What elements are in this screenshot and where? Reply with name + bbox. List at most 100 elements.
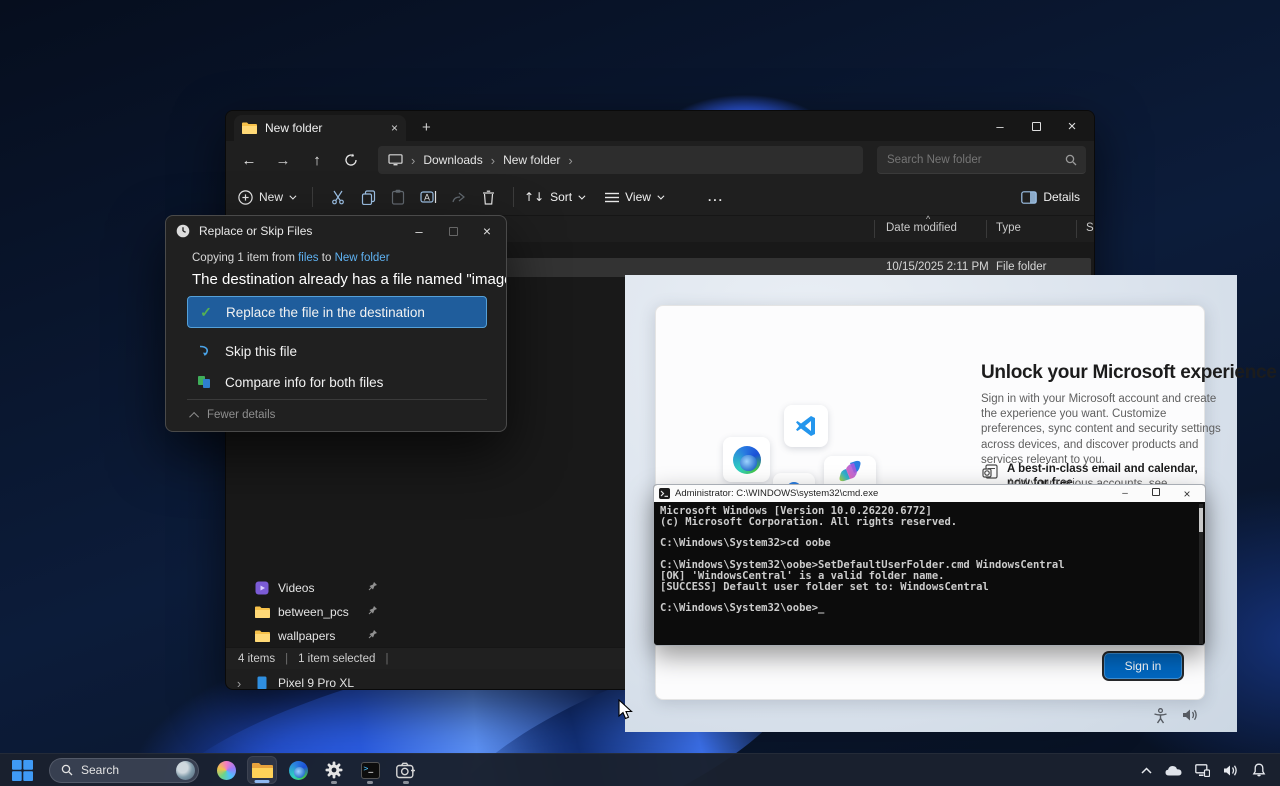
taskbar-file-explorer-button[interactable] <box>247 756 277 784</box>
taskbar-settings-button[interactable] <box>319 756 349 784</box>
folder-icon <box>242 122 257 134</box>
column-divider[interactable] <box>986 220 987 238</box>
sort-icon: ↑↓ <box>524 190 544 204</box>
breadcrumb-item-downloads[interactable]: Downloads <box>423 153 482 167</box>
sidebar-item-pixel-phone[interactable]: › Pixel 9 Pro XL <box>226 671 386 690</box>
explorer-tab[interactable]: New folder × <box>234 115 406 141</box>
minimize-button[interactable]: – <box>1112 488 1138 499</box>
breadcrumb-chevron: › <box>491 153 495 168</box>
minimize-button[interactable]: – <box>982 111 1018 141</box>
taskbar-edge-button[interactable] <box>283 756 313 784</box>
accessibility-icon[interactable] <box>1153 708 1168 724</box>
skip-arrow-icon <box>197 345 211 358</box>
maximize-button[interactable] <box>1018 111 1054 141</box>
paste-button[interactable] <box>383 189 413 205</box>
vscode-icon <box>794 414 818 438</box>
start-button[interactable] <box>12 760 33 781</box>
view-button[interactable]: View <box>605 190 662 204</box>
compare-files-option[interactable]: Compare info for both files <box>187 366 487 398</box>
status-divider: | <box>285 653 288 665</box>
file-explorer-icon <box>252 762 273 779</box>
new-plus-icon <box>238 190 253 205</box>
sidebar-item-wallpapers[interactable]: wallpapers <box>226 624 386 648</box>
skip-file-option[interactable]: Skip this file <box>187 335 487 367</box>
cmd-window-title: Administrator: C:\WINDOWS\system32\cmd.e… <box>675 488 1107 499</box>
pin-icon <box>368 605 378 615</box>
trash-icon <box>482 190 495 205</box>
outlook-icon <box>982 464 998 479</box>
hidden-icons-chevron[interactable] <box>1141 767 1152 774</box>
onedrive-cloud-icon[interactable] <box>1165 765 1182 776</box>
maximize-button[interactable] <box>1143 488 1169 499</box>
copy-description: Copying 1 item from files to New folder <box>192 252 506 264</box>
up-button[interactable]: ↑ <box>302 146 332 174</box>
delete-button[interactable] <box>473 190 503 205</box>
cut-icon <box>330 189 346 205</box>
replace-option-label: Replace the file in the destination <box>226 305 425 320</box>
copy-progress-clock-icon <box>176 224 190 238</box>
copy-button[interactable] <box>353 190 383 205</box>
view-icon <box>605 192 619 203</box>
running-indicator <box>255 780 270 783</box>
file-date-modified: 10/15/2025 2:11 PM <box>886 261 989 273</box>
tab-close-icon[interactable]: × <box>391 121 398 135</box>
search-input[interactable] <box>877 146 1086 174</box>
column-header-size[interactable]: Size <box>1086 222 1095 234</box>
cmd-title-bar: Administrator: C:\WINDOWS\system32\cmd.e… <box>654 485 1205 502</box>
expand-chevron-icon[interactable]: › <box>226 676 252 691</box>
details-button-label: Details <box>1043 190 1080 204</box>
skip-option-label: Skip this file <box>225 344 297 359</box>
cmd-output[interactable]: Microsoft Windows [Version 10.0.26220.67… <box>660 506 1065 614</box>
taskbar-terminal-button[interactable]: >_ <box>355 756 385 784</box>
taskbar-search-box[interactable]: Search <box>49 758 199 783</box>
cmd-scrollbar-thumb[interactable] <box>1199 508 1203 532</box>
sort-button[interactable]: ↑↓ Sort <box>524 190 583 204</box>
minimize-button[interactable]: – <box>402 216 436 246</box>
copy-icon <box>361 190 376 205</box>
maximize-button[interactable] <box>436 216 470 246</box>
search-icon <box>61 764 73 776</box>
running-indicator <box>331 781 337 784</box>
replace-file-option[interactable]: ✓ Replace the file in the destination <box>187 296 487 328</box>
new-button[interactable]: New <box>238 190 294 205</box>
more-options-button[interactable]: ... <box>708 190 724 204</box>
column-divider[interactable] <box>874 220 875 238</box>
source-folder-link[interactable]: files <box>298 252 318 264</box>
close-button[interactable]: × <box>1174 487 1200 501</box>
forward-button[interactable]: → <box>268 146 298 174</box>
destination-folder-link[interactable]: New folder <box>335 252 390 264</box>
sign-in-button[interactable]: Sign in <box>1104 653 1182 679</box>
column-divider[interactable] <box>1076 220 1077 238</box>
cut-button[interactable] <box>323 189 353 205</box>
new-tab-button[interactable]: + <box>422 119 431 136</box>
share-button[interactable] <box>443 190 473 204</box>
rename-button[interactable]: A <box>413 190 443 204</box>
oobe-description: Sign in with your Microsoft account and … <box>981 392 1225 468</box>
back-button[interactable]: ← <box>234 146 264 174</box>
breadcrumb-item-new-folder[interactable]: New folder <box>503 153 560 167</box>
copy-description-mid: to <box>322 252 332 264</box>
refresh-button[interactable] <box>336 146 366 174</box>
fewer-details-button[interactable]: Fewer details <box>192 409 275 421</box>
cmd-window: Administrator: C:\WINDOWS\system32\cmd.e… <box>653 484 1206 646</box>
fewer-details-label: Fewer details <box>207 409 275 421</box>
taskbar-copilot-button[interactable] <box>211 756 241 784</box>
close-button[interactable]: × <box>1054 111 1090 141</box>
volume-tray-icon[interactable] <box>1223 764 1239 777</box>
volume-icon[interactable] <box>1182 708 1199 722</box>
details-pane-button[interactable]: Details <box>1021 190 1080 204</box>
windows-start-icon <box>12 760 33 781</box>
taskbar-screenshot-button[interactable] <box>391 756 421 784</box>
dialog-title-bar: Replace or Skip Files – × <box>166 216 506 246</box>
rename-icon: A <box>420 190 437 204</box>
sidebar-item-between-pcs[interactable]: between_pcs <box>226 600 386 624</box>
toolbar-divider <box>513 187 514 207</box>
column-header-date-modified[interactable]: Date modified <box>886 222 957 234</box>
notifications-bell-icon[interactable] <box>1252 763 1266 777</box>
sidebar-item-videos[interactable]: Videos <box>226 576 386 600</box>
copilot-tile <box>824 456 876 485</box>
chevron-up-icon <box>189 411 199 421</box>
network-tray-icon[interactable] <box>1195 764 1210 777</box>
column-header-type[interactable]: Type <box>996 222 1021 234</box>
close-button[interactable]: × <box>470 216 504 246</box>
